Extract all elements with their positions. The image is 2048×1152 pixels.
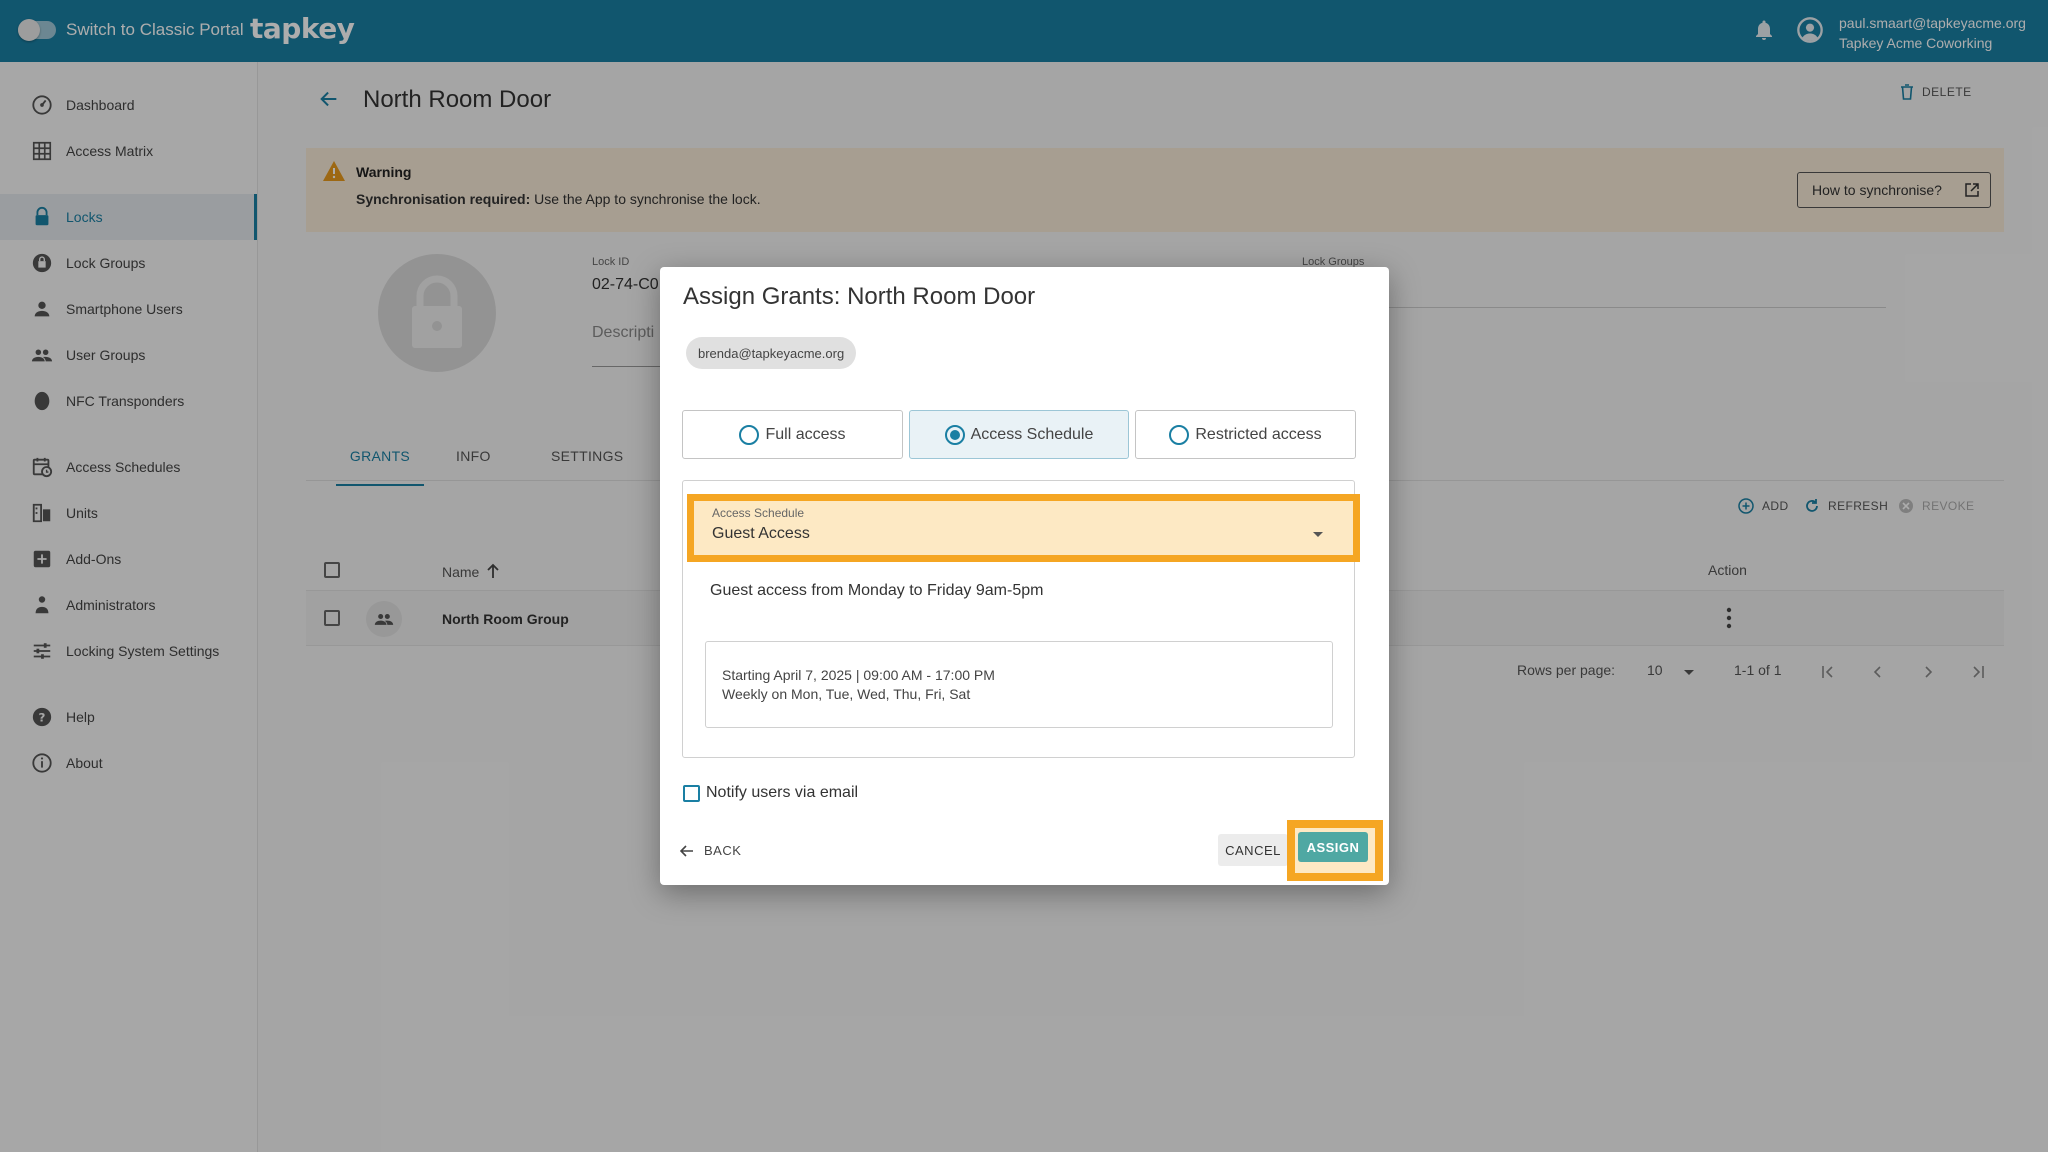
option-label: Restricted access [1195, 425, 1322, 443]
arrow-left-icon [680, 844, 693, 857]
option-restricted-access[interactable]: Restricted access [1135, 410, 1356, 459]
radio-restricted-access[interactable] [1169, 424, 1190, 445]
recurrence-days: Weekly on Mon, Tue, Wed, Thu, Fri, Sat [722, 686, 971, 702]
schedule-description: Guest access from Monday to Friday 9am-5… [710, 582, 1044, 599]
option-access-schedule[interactable]: Access Schedule [909, 410, 1129, 459]
access-schedule-value: Guest Access [712, 525, 810, 542]
radio-access-schedule[interactable] [944, 424, 965, 445]
user-chip[interactable]: brenda@tapkeyacme.org [686, 337, 857, 369]
notify-checkbox[interactable] [683, 785, 700, 802]
option-label: Access Schedule [970, 425, 1094, 443]
option-label: Full access [765, 425, 846, 443]
access-schedule-select[interactable]: Access Schedule Guest Access [687, 494, 1360, 562]
dropdown-caret-icon[interactable] [1313, 532, 1323, 537]
assign-grants-dialog: Assign Grants: North Room Door brenda@ta… [660, 267, 1389, 885]
assign-button[interactable]: ASSIGN [1298, 832, 1368, 862]
notify-label[interactable]: Notify users via email [706, 784, 858, 802]
access-schedule-label: Access Schedule [712, 506, 805, 520]
dialog-title: Assign Grants: North Room Door [683, 283, 1036, 310]
radio-full-access[interactable] [739, 424, 760, 445]
back-button[interactable]: BACK [680, 843, 741, 858]
option-full-access[interactable]: Full access [682, 410, 903, 459]
assign-highlight: ASSIGN [1287, 820, 1383, 881]
recurrence-box: Starting April 7, 2025 | 09:00 AM - 17:0… [705, 641, 1333, 728]
back-label: BACK [704, 843, 742, 858]
recurrence-start: Starting April 7, 2025 | 09:00 AM - 17:0… [722, 667, 995, 683]
cancel-button[interactable]: CANCEL [1218, 834, 1288, 866]
